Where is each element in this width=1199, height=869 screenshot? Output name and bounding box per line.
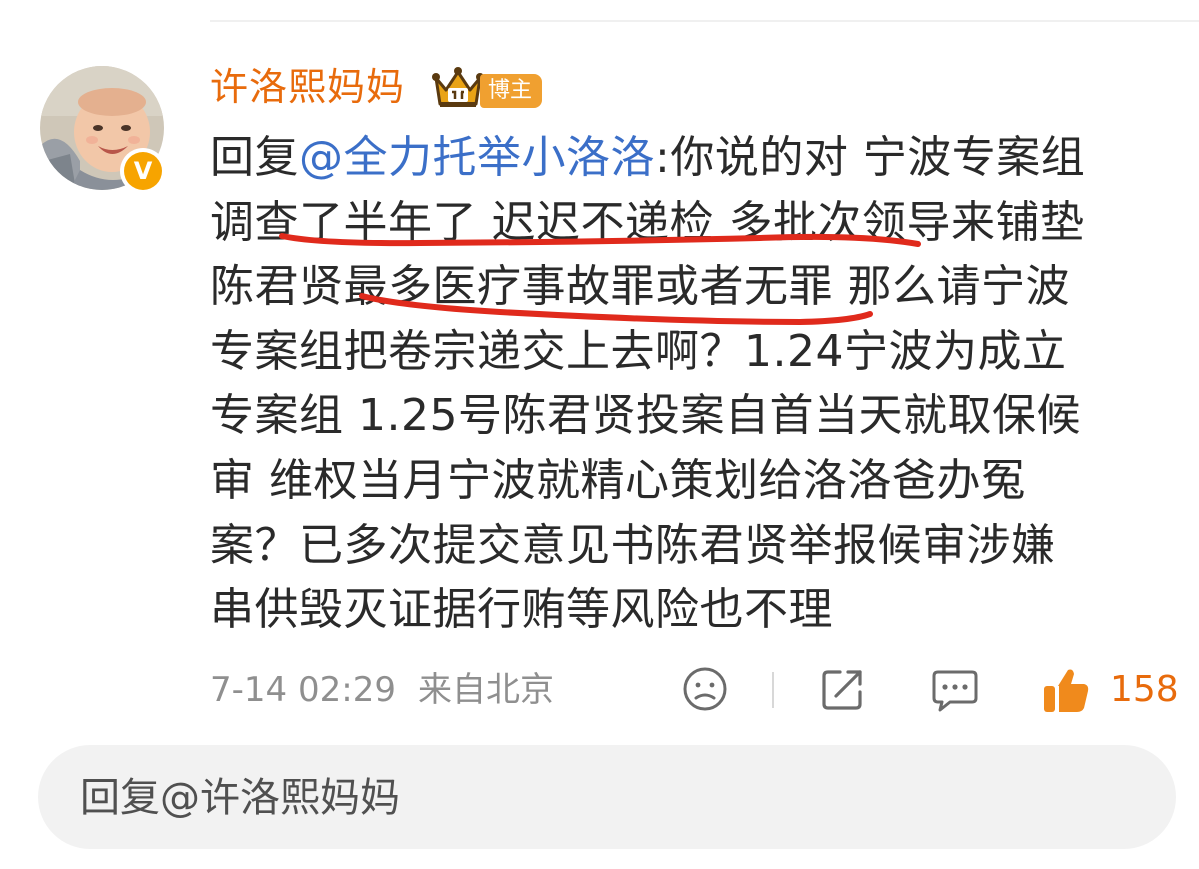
comment-line-rest: :你说的对 宁波专案组 bbox=[655, 132, 1086, 183]
sad-face-icon[interactable] bbox=[680, 664, 730, 714]
thumbs-up-icon[interactable] bbox=[1040, 664, 1092, 716]
comment-item: V 许洛熙妈妈 博主 回复@全力托举小洛洛:你说的对 宁波专案组 调查了半年了 … bbox=[0, 0, 1199, 869]
comment-location: 来自北京 bbox=[418, 670, 554, 710]
reply-prefix: 回复 bbox=[210, 132, 299, 183]
mention-link[interactable]: @全力托举小洛洛 bbox=[299, 132, 655, 183]
reply-input-placeholder: 回复@许洛熙妈妈 bbox=[80, 775, 400, 821]
comment-line: 回复@全力托举小洛洛:你说的对 宁波专案组 bbox=[210, 126, 1185, 191]
verified-badge-v: V bbox=[124, 152, 162, 190]
comment-line: 案？已多次提交意见书陈君贤举报候审涉嫌 bbox=[210, 519, 1056, 571]
reply-input[interactable]: 回复@许洛熙妈妈 bbox=[38, 745, 1176, 849]
comment-line: 专案组把卷宗递交上去啊？1.24宁波为成立 bbox=[210, 325, 1067, 377]
comment-text: 回复@全力托举小洛洛:你说的对 宁波专案组 调查了半年了 迟迟不递检 多批次领导… bbox=[210, 126, 1185, 643]
comment-line: 陈君贤最多医疗事故罪或者无罪 那么请宁波 bbox=[210, 261, 1070, 313]
comment-line: 审 维权当月宁波就精心策划给洛洛爸办冤 bbox=[210, 454, 1026, 506]
username[interactable]: 许洛熙妈妈 bbox=[210, 62, 405, 112]
share-icon[interactable] bbox=[818, 664, 868, 714]
comment-time: 7-14 02:29 bbox=[210, 670, 396, 710]
crown-icon bbox=[432, 66, 484, 110]
like-count: 158 bbox=[1110, 669, 1179, 710]
comment-line: 串供毁灭证据行贿等风险也不理 bbox=[210, 584, 833, 636]
comment-icon[interactable] bbox=[930, 664, 980, 714]
verified-badge: V bbox=[120, 148, 166, 194]
avatar[interactable]: V bbox=[40, 66, 166, 194]
comment-line: 专案组 1.25号陈君贤投案自首当天就取保候 bbox=[210, 390, 1081, 442]
action-separator bbox=[772, 672, 774, 708]
comment-line: 调查了半年了 迟迟不递检 多批次领导来铺垫 bbox=[210, 196, 1085, 248]
blogger-badge: 博主 bbox=[480, 74, 543, 108]
